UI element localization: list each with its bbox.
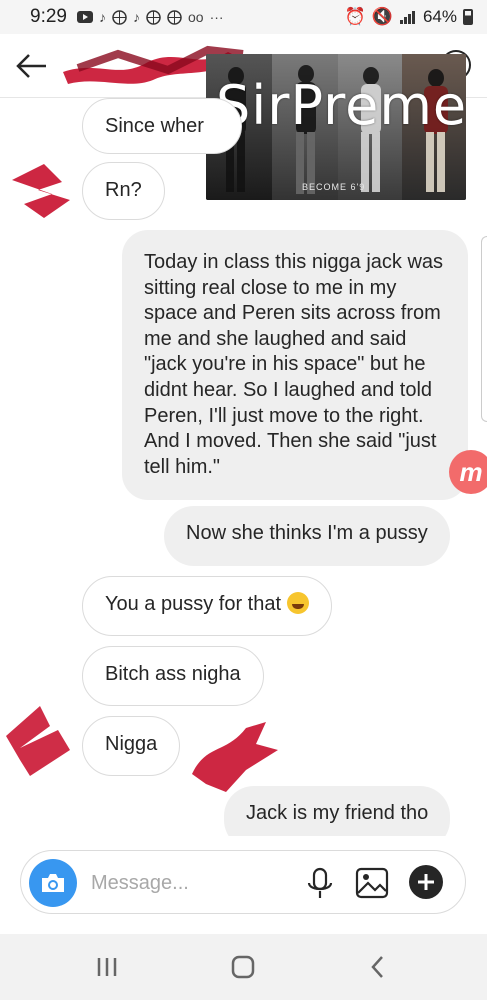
- tiktok-icon: ♪: [98, 9, 106, 25]
- tiktok-icon: ♪: [132, 9, 140, 25]
- camera-icon: [42, 874, 64, 892]
- floating-app-badge[interactable]: m: [449, 450, 487, 494]
- composer-bar: [0, 836, 487, 934]
- message-text: Today in class this nigga jack was sitti…: [144, 251, 444, 478]
- message-incoming[interactable]: Since wher: [82, 98, 242, 154]
- message-incoming[interactable]: You a pussy for that: [82, 576, 332, 636]
- plus-icon: [418, 874, 434, 890]
- notification-icons: ♪ ♪ oo ···: [76, 9, 224, 25]
- redaction-scribble-avatar: [12, 164, 70, 218]
- message-outgoing[interactable]: Now she thinks I'm a pussy: [164, 506, 450, 566]
- message-text: Rn?: [105, 179, 142, 201]
- message-text: You a pussy for that: [105, 593, 282, 615]
- alarm-icon: ⏰: [344, 7, 366, 26]
- signal-icon: [399, 11, 415, 24]
- home-icon[interactable]: [226, 952, 260, 982]
- battery-percent: 64%: [422, 7, 457, 26]
- system-navigation-bar: [0, 934, 487, 1000]
- message-text: Jack is my friend tho: [246, 802, 429, 824]
- message-outgoing[interactable]: Today in class this nigga jack was sitti…: [122, 230, 468, 501]
- more-notifications-icon: ···: [209, 9, 224, 25]
- winking-tongue-emoji: [286, 592, 309, 614]
- recent-apps-icon[interactable]: [90, 952, 124, 982]
- message-text: Now she thinks I'm a pussy: [186, 522, 428, 544]
- message-incoming[interactable]: Rn?: [82, 162, 165, 220]
- message-input[interactable]: [91, 869, 281, 897]
- camera-button[interactable]: [29, 859, 77, 907]
- basketball-icon: [112, 9, 127, 25]
- mute-icon: 🔇: [371, 7, 393, 26]
- scroll-indicator[interactable]: [481, 236, 487, 422]
- back-chevron-icon[interactable]: [362, 952, 396, 982]
- status-right: ⏰ 🔇 64%: [345, 7, 473, 27]
- basketball-icon: [146, 9, 161, 25]
- add-button[interactable]: [409, 865, 443, 899]
- message-composer: [20, 850, 466, 914]
- status-time: 9:29: [30, 6, 67, 27]
- youtube-icon: [76, 11, 93, 23]
- arrow-left-icon[interactable]: [14, 50, 50, 82]
- voicemail-icon: oo: [187, 9, 204, 25]
- message-text: Nigga: [105, 733, 158, 755]
- message-incoming[interactable]: Nigga: [82, 716, 181, 776]
- gallery-icon[interactable]: [355, 867, 389, 899]
- redaction-scribble-avatar: [192, 722, 278, 792]
- redaction-scribble-avatar: [6, 706, 70, 776]
- message-incoming[interactable]: Bitch ass nigha: [82, 646, 264, 706]
- basketball-icon: [167, 9, 182, 25]
- message-text: Bitch ass nigha: [105, 663, 241, 685]
- battery-icon: [463, 9, 473, 25]
- status-bar: 9:29 ♪ ♪ oo ··· ⏰ 🔇 64%: [0, 0, 487, 34]
- microphone-icon[interactable]: [305, 867, 335, 901]
- message-text: Since wher: [105, 115, 204, 137]
